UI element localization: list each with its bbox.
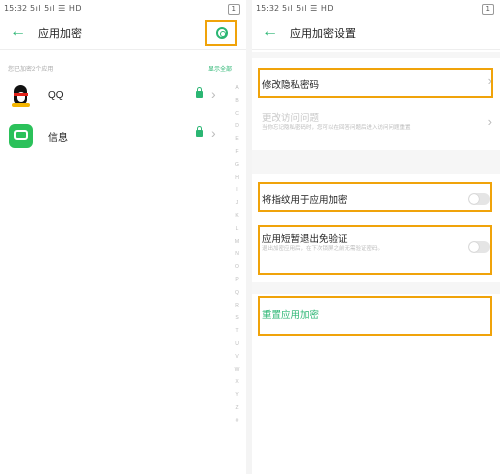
- status-time: 15:32: [256, 4, 280, 13]
- index-letter[interactable]: Z: [232, 402, 242, 415]
- index-letter[interactable]: W: [232, 364, 242, 377]
- back-arrow-icon[interactable]: ←: [260, 22, 280, 42]
- lock-icon: [196, 126, 203, 137]
- index-letter[interactable]: F: [232, 146, 242, 159]
- settings-button[interactable]: [205, 20, 237, 46]
- app-row-messages[interactable]: 信息 ›: [0, 121, 232, 151]
- alphabet-index[interactable]: A B C D E F G H I J K L M N O P Q R S T U V W X Y Z #: [232, 82, 242, 428]
- highlight-box: [258, 225, 492, 275]
- app-row-qq[interactable]: QQ ›: [0, 82, 232, 112]
- battery-icon: 1: [481, 4, 494, 15]
- page-title: 应用加密: [38, 28, 82, 40]
- section-gap: [252, 150, 500, 174]
- gear-icon: [216, 27, 228, 39]
- title-bar: ← 应用加密设置: [252, 20, 500, 46]
- highlight-box: [258, 296, 492, 336]
- index-letter[interactable]: #: [232, 415, 242, 428]
- encrypted-count-label: 您已加密2个应用: [8, 67, 54, 73]
- index-letter[interactable]: J: [232, 197, 242, 210]
- index-letter[interactable]: U: [232, 338, 242, 351]
- status-bar: 15:32 5ıl 5ıl ☰ HD 1: [4, 4, 240, 16]
- index-letter[interactable]: G: [232, 159, 242, 172]
- qq-icon: [8, 84, 34, 110]
- signal-icons: 5ıl 5ıl ☰ HD: [282, 4, 335, 13]
- change-question-desc: 当你忘记隐私密码时，您可以在回答问题后进入访问问题重置: [262, 125, 411, 131]
- highlight-box: [258, 68, 493, 98]
- index-letter[interactable]: T: [232, 325, 242, 338]
- index-letter[interactable]: S: [232, 312, 242, 325]
- index-letter[interactable]: A: [232, 82, 242, 95]
- index-letter[interactable]: P: [232, 274, 242, 287]
- index-letter[interactable]: N: [232, 248, 242, 261]
- battery-icon: 1: [227, 4, 240, 15]
- index-letter[interactable]: E: [232, 133, 242, 146]
- page-title: 应用加密设置: [290, 28, 356, 40]
- section-gap: [252, 52, 500, 58]
- change-question-item[interactable]: 更改访问问题 当你忘记隐私密码时，您可以在回答问题后进入访问问题重置 ›: [252, 104, 500, 146]
- title-bar: ← 应用加密: [0, 20, 246, 46]
- index-letter[interactable]: K: [232, 210, 242, 223]
- index-letter[interactable]: Y: [232, 389, 242, 402]
- index-letter[interactable]: B: [232, 95, 242, 108]
- highlight-box: [258, 182, 492, 212]
- index-letter[interactable]: Q: [232, 287, 242, 300]
- app-lock-screen: 15:32 5ıl 5ıl ☰ HD 1 ← 应用加密 您已加密2个应用 显示全…: [0, 0, 246, 474]
- chevron-right-icon: ›: [211, 125, 216, 141]
- index-letter[interactable]: D: [232, 120, 242, 133]
- status-bar: 15:32 5ıl 5ıl ☰ HD 1: [256, 4, 494, 16]
- change-question-label: 更改访问问题: [262, 113, 320, 124]
- index-letter[interactable]: O: [232, 261, 242, 274]
- status-time: 15:32: [4, 4, 28, 13]
- index-letter[interactable]: M: [232, 236, 242, 249]
- section-gap: [252, 282, 500, 294]
- divider: [252, 49, 500, 50]
- index-letter[interactable]: L: [232, 223, 242, 236]
- index-letter[interactable]: I: [232, 184, 242, 197]
- lock-icon: [196, 87, 203, 98]
- chevron-right-icon: ›: [487, 114, 492, 129]
- messages-icon: [8, 123, 34, 149]
- signal-icons: 5ıl 5ıl ☰ HD: [30, 4, 83, 13]
- chevron-right-icon: ›: [211, 86, 216, 102]
- divider: [0, 49, 246, 50]
- app-name: 信息: [48, 133, 68, 144]
- index-letter[interactable]: C: [232, 108, 242, 121]
- index-letter[interactable]: X: [232, 376, 242, 389]
- app-lock-settings-screen: 15:32 5ıl 5ıl ☰ HD 1 ← 应用加密设置 修改隐私密码 › 更…: [252, 0, 500, 474]
- show-all-link[interactable]: 显示全部: [208, 64, 232, 73]
- back-arrow-icon[interactable]: ←: [8, 22, 28, 42]
- index-letter[interactable]: R: [232, 300, 242, 313]
- index-letter[interactable]: H: [232, 172, 242, 185]
- app-name: QQ: [48, 90, 64, 101]
- index-letter[interactable]: V: [232, 351, 242, 364]
